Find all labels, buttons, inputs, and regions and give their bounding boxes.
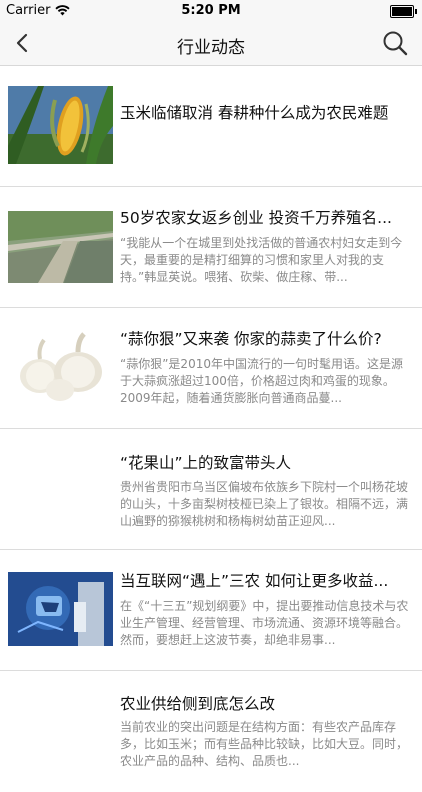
clock: 5:20 PM xyxy=(181,3,241,18)
article-list: 玉米临储取消 春耕种什么成为农民难题 50岁农家女返乡创业 投资千万养殖名...… xyxy=(0,66,422,792)
corn-thumbnail xyxy=(8,86,113,164)
article-title: “蒜你狠”又来袭 你家的蒜卖了什么价? xyxy=(120,330,382,348)
list-item[interactable]: 当互联网“遇上”三农 如何让更多收益... 在《“十三五”规划纲要》中，提出要推… xyxy=(0,550,422,671)
article-summary: “蒜你狠”是2010年中国流行的一句时髦用语。这是源于大蒜疯涨超过100倍，价格… xyxy=(120,357,403,405)
navigation-bar: 行业动态 xyxy=(0,22,422,66)
search-button[interactable] xyxy=(380,28,410,58)
list-item[interactable]: “花果山”上的致富带头人 贵州省贵阳市乌当区偏坡布依族乡下院村一个叫杨花坡的山头… xyxy=(0,429,422,550)
article-title: “花果山”上的致富带头人 xyxy=(120,454,292,472)
article-summary: 在《“十三五”规划纲要》中，提出要推动信息技术与农业生产管理、经营管理、市场流通… xyxy=(120,599,409,647)
list-item[interactable]: 农业供给侧到底怎么改 当前农业的突出问题是在结构方面：有些农产品库存多，比如玉米… xyxy=(0,671,422,792)
article-title: 当互联网“遇上”三农 如何让更多收益... xyxy=(120,572,389,590)
article-summary: 贵州省贵阳市乌当区偏坡布依族乡下院村一个叫杨花坡的山头，十多亩梨树枝桠已染上了银… xyxy=(120,480,409,528)
garlic-thumbnail xyxy=(8,328,113,406)
article-title: 农业供给侧到底怎么改 xyxy=(120,695,276,713)
farm-pond-thumbnail xyxy=(8,211,113,283)
page-title: 行业动态 xyxy=(177,38,245,58)
list-item[interactable]: “蒜你狠”又来袭 你家的蒜卖了什么价? “蒜你狠”是2010年中国流行的一句时髦… xyxy=(0,308,422,429)
search-icon xyxy=(383,31,408,56)
internet-agriculture-thumbnail xyxy=(8,572,113,646)
article-title: 50岁农家女返乡创业 投资千万养殖名... xyxy=(120,209,392,227)
list-item[interactable]: 50岁农家女返乡创业 投资千万养殖名... “我能从一个在城里到处找活做的普通农… xyxy=(0,187,422,308)
article-summary: 当前农业的突出问题是在结构方面：有些农产品库存多，比如玉米；而有些品种比较缺，比… xyxy=(120,720,409,768)
article-title: 玉米临储取消 春耕种什么成为农民难题 xyxy=(120,104,389,122)
list-item[interactable]: 玉米临储取消 春耕种什么成为农民难题 xyxy=(0,66,422,187)
battery-icon xyxy=(390,5,417,18)
article-summary: “我能从一个在城里到处找活做的普通农村妇女走到今天，最重要的是精打细算的习惯和家… xyxy=(120,236,403,284)
status-bar: Carrier 5:20 PM xyxy=(0,0,422,22)
